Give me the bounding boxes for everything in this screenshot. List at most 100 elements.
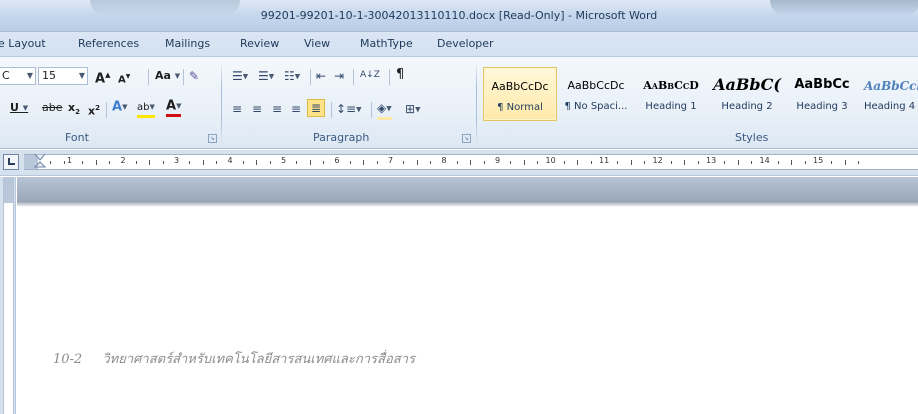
style-sample: AaBbCc <box>794 77 850 92</box>
vertical-ruler[interactable] <box>0 177 16 414</box>
tab-page-layout[interactable]: e Layout <box>0 37 46 50</box>
horizontal-ruler-bar: 1 2 3 4 5 6 7 8 9 10 11 12 13 14 15 <box>0 150 918 176</box>
ruler-number: 15 <box>813 156 824 165</box>
style-heading-4[interactable]: AaBbCcl Heading 4 <box>858 67 918 121</box>
ruler-tick <box>831 161 833 164</box>
justify-icon[interactable]: ≡ <box>291 101 301 117</box>
shrink-font-button[interactable]: A▼ <box>118 70 130 87</box>
group-divider <box>476 61 477 145</box>
ruler-tick <box>483 161 485 164</box>
ruler-tick <box>456 161 458 164</box>
underline-button[interactable]: U ▼ <box>10 101 28 115</box>
document-area[interactable] <box>0 177 918 414</box>
style-sample: AaBbCcl <box>864 79 918 93</box>
title-bar: 99201-99201-10-1-30042013110110.docx [Re… <box>0 0 918 32</box>
ruler-tick <box>95 160 97 165</box>
borders-icon[interactable]: ⊞▼ <box>405 101 420 118</box>
ruler-number: 1 <box>67 156 73 165</box>
font-dialog-launcher-icon[interactable]: ↘ <box>208 134 217 143</box>
line-spacing-icon[interactable]: ↕≡▼ <box>336 101 362 118</box>
style-heading-1[interactable]: AaBbCcD Heading 1 <box>634 67 708 121</box>
chevron-down-icon[interactable]: ▼ <box>27 68 33 84</box>
ruler-tick <box>242 161 244 164</box>
ruler-tick <box>844 160 846 165</box>
style-no-spacing[interactable]: AaBbCcDc ¶ No Spaci... <box>559 67 633 121</box>
ruler-tick <box>737 160 739 165</box>
horizontal-ruler[interactable]: 1 2 3 4 5 6 7 8 9 10 11 12 13 14 15 <box>24 154 918 170</box>
change-case-button[interactable]: Aa ▼ <box>155 69 180 83</box>
subscript-button[interactable]: x2 <box>68 101 80 119</box>
tab-mailings[interactable]: Mailings <box>165 37 210 50</box>
paragraph-dialog-launcher-icon[interactable]: ↘ <box>462 134 471 143</box>
ruler-margin <box>4 177 13 203</box>
ruler-tick <box>644 161 646 164</box>
font-name-combo[interactable]: C ▼ <box>0 67 36 85</box>
decrease-indent-icon[interactable]: ⇤ <box>316 68 326 84</box>
ruler-number: 7 <box>388 156 394 165</box>
highlight-button[interactable]: ab▼ <box>137 100 155 118</box>
ruler-tick <box>804 161 806 164</box>
tab-view[interactable]: View <box>304 37 330 50</box>
align-right-icon[interactable]: ≡ <box>272 101 282 117</box>
group-divider <box>221 61 222 145</box>
bullets-icon[interactable]: ☰▼ <box>232 68 248 85</box>
style-sample: AaBbCcDc <box>491 80 549 93</box>
vertical-ruler-track <box>3 177 14 414</box>
align-center-icon[interactable]: ≡ <box>252 101 262 117</box>
style-heading-3[interactable]: AaBbCc Heading 3 <box>785 67 859 121</box>
increase-indent-icon[interactable]: ⇥ <box>334 68 344 84</box>
ruler-tick <box>309 160 311 165</box>
ruler-tick <box>269 161 271 164</box>
style-sample: AaBbC( <box>713 75 781 94</box>
ruler-number: 10 <box>545 156 556 165</box>
style-normal[interactable]: AaBbCcDc ¶ Normal <box>483 67 557 121</box>
ruler-tick <box>403 161 405 164</box>
clear-formatting-icon[interactable]: ✎ <box>189 68 199 84</box>
align-left-icon[interactable]: ≡ <box>232 101 242 117</box>
ruler-tick <box>751 161 753 164</box>
ruler-tick <box>724 161 726 164</box>
page-header[interactable]: 10-2 วิทยาศาสตร์สำหรับเทคโนโลยีสารสนเทศแ… <box>53 348 415 369</box>
tab-selector-button[interactable] <box>3 154 19 170</box>
chevron-down-icon[interactable]: ▼ <box>79 68 85 84</box>
distributed-icon[interactable]: ≣ <box>307 99 325 117</box>
ruler-tick <box>617 161 619 164</box>
ruler-tick <box>697 161 699 164</box>
numbering-icon[interactable]: ☰▼ <box>258 68 274 85</box>
style-heading-2[interactable]: AaBbC( Heading 2 <box>710 67 784 121</box>
font-size-combo[interactable]: 15 ▼ <box>38 67 88 85</box>
ruler-tick <box>563 161 565 164</box>
page-gap <box>17 177 918 201</box>
grow-font-button[interactable]: A▲ <box>95 68 110 86</box>
strikethrough-button[interactable]: abe <box>42 101 63 115</box>
ruler-number: 3 <box>174 156 180 165</box>
indent-marker-icon[interactable] <box>34 154 46 170</box>
ruler-tick <box>630 160 632 165</box>
ribbon-tabs: e Layout References Mailings Review View… <box>0 32 918 56</box>
tab-developer[interactable]: Developer <box>437 37 494 50</box>
show-marks-button[interactable]: ¶ <box>396 68 404 82</box>
ruler-tick <box>470 160 472 165</box>
ruler-number: 14 <box>759 156 770 165</box>
style-name: Heading 4 <box>864 101 916 112</box>
window-title: 99201-99201-10-1-30042013110110.docx [Re… <box>260 9 658 22</box>
tab-review[interactable]: Review <box>240 37 279 50</box>
sort-button[interactable]: A↓Z <box>360 68 380 82</box>
style-name: ¶ No Spaci... <box>564 101 628 112</box>
shading-icon[interactable]: ◈▼ <box>377 100 392 120</box>
ruler-number: 9 <box>495 156 501 165</box>
ruler-tick <box>510 161 512 164</box>
font-size-value: 15 <box>42 69 56 82</box>
divider <box>310 69 311 85</box>
ruler-number: 6 <box>334 156 340 165</box>
ruler-tick <box>523 160 525 165</box>
multilevel-list-icon[interactable]: ☷▼ <box>284 68 300 85</box>
font-color-button[interactable]: A▼ <box>166 99 182 117</box>
ruler-tick <box>858 161 860 164</box>
tab-references[interactable]: References <box>78 37 139 50</box>
ruler-tick <box>63 161 65 164</box>
superscript-button[interactable]: x2 <box>88 101 100 119</box>
style-name: ¶ Normal <box>497 102 543 113</box>
tab-mathtype[interactable]: MathType <box>360 37 413 50</box>
text-effects-button[interactable]: A▼ <box>112 100 127 115</box>
